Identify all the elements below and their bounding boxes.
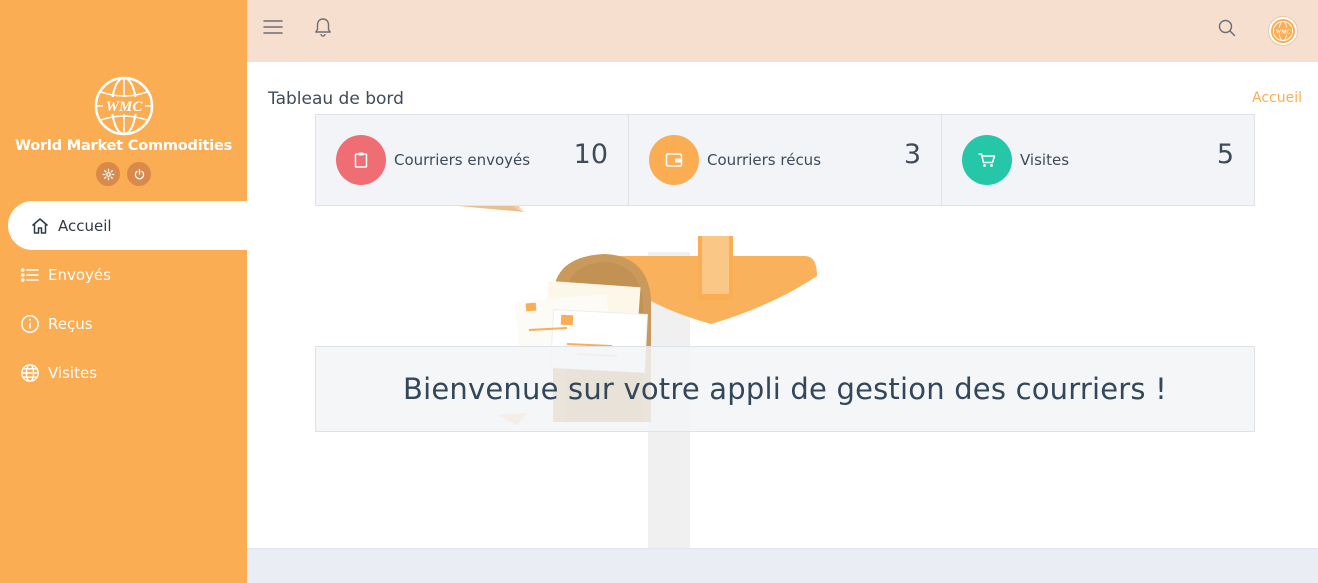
sidebar-item-label: Visites	[48, 363, 98, 382]
brand-actions	[0, 162, 247, 186]
svg-text:WMC: WMC	[1276, 30, 1292, 36]
cart-icon	[978, 153, 996, 167]
list-icon	[20, 265, 40, 285]
globe-icon	[20, 363, 40, 383]
stat-value: 10	[573, 139, 608, 170]
clipboard-icon	[354, 152, 368, 168]
menu-icon[interactable]	[262, 16, 284, 38]
stat-label: Visites	[1020, 151, 1070, 169]
brand-name: World Market Commodities	[14, 138, 233, 154]
stat-icon-circle	[336, 135, 386, 185]
stat-courriers-envoyes[interactable]: Courriers envoyés 10	[316, 115, 629, 205]
logout-button[interactable]	[127, 162, 151, 186]
info-icon	[20, 314, 40, 334]
welcome-banner: Bienvenue sur votre appli de gestion des…	[315, 346, 1255, 432]
search-icon[interactable]	[1217, 18, 1237, 38]
avatar[interactable]: WMC	[1268, 16, 1298, 46]
sidebar-item-label: Envoyés	[48, 265, 111, 284]
welcome-message: Bienvenue sur votre appli de gestion des…	[403, 372, 1167, 406]
gear-icon	[102, 168, 114, 180]
sidebar-item-recus[interactable]: Reçus	[0, 299, 247, 348]
topbar: WMC	[247, 0, 1318, 62]
sidebar-item-visites[interactable]: Visites	[0, 348, 247, 397]
wmc-logo-small: WMC	[1271, 19, 1295, 43]
wallet-icon	[665, 153, 683, 167]
wmc-logo: WMC	[94, 76, 153, 136]
stat-label: Courriers récus	[707, 151, 822, 169]
stat-value: 3	[903, 139, 921, 170]
sidebar-nav: Accueil Envoyés Reçus Visites	[0, 201, 247, 397]
sidebar: WMC World Market Commodities Accueil Env…	[0, 0, 247, 583]
stat-icon-circle	[962, 135, 1012, 185]
stat-courriers-recus[interactable]: Courriers récus 3	[629, 115, 942, 205]
power-icon	[134, 168, 144, 179]
bell-icon[interactable]	[312, 16, 334, 38]
footer	[247, 548, 1318, 583]
stat-label: Courriers envoyés	[394, 151, 531, 169]
breadcrumb[interactable]: Accueil	[1252, 90, 1302, 106]
stat-visites[interactable]: Visites 5	[942, 115, 1254, 205]
home-icon	[30, 216, 50, 236]
brand: WMC World Market Commodities	[0, 76, 247, 186]
stat-value: 5	[1216, 139, 1234, 170]
sidebar-item-accueil[interactable]: Accueil	[8, 201, 247, 250]
main-content: Tableau de bord Accueil Courriers envoyé…	[247, 62, 1318, 548]
sidebar-item-label: Reçus	[48, 314, 93, 333]
sidebar-item-label: Accueil	[58, 216, 112, 235]
page-title: Tableau de bord	[268, 89, 404, 109]
svg-text:WMC: WMC	[105, 99, 143, 115]
settings-button[interactable]	[96, 162, 120, 186]
stats-panel: Courriers envoyés 10 Courriers récus 3 V…	[315, 114, 1255, 206]
stat-icon-circle	[649, 135, 699, 185]
sidebar-item-envoyes[interactable]: Envoyés	[0, 250, 247, 299]
